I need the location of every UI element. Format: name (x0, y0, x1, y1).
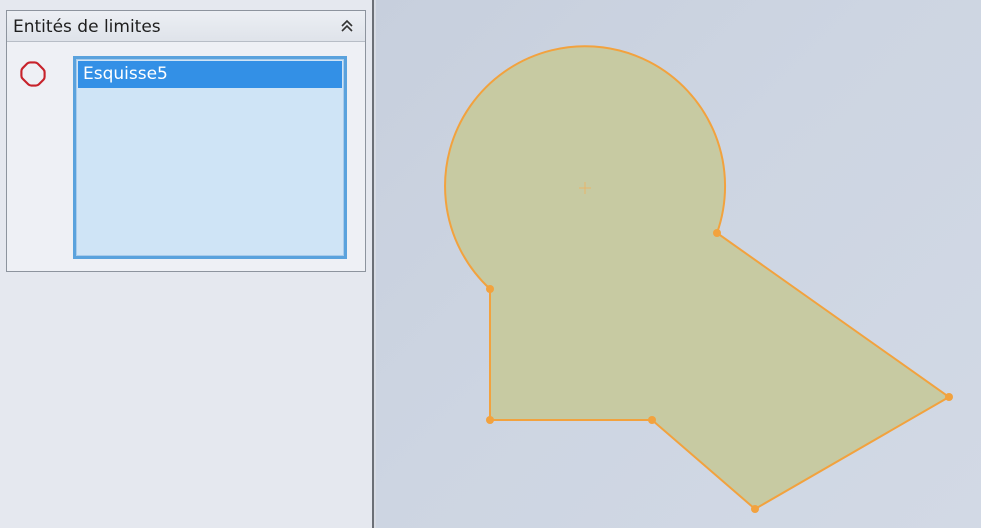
sketch-vertex[interactable] (751, 505, 759, 513)
boundary-entities-group: Entités de limites Esquisse5 (6, 10, 366, 272)
sketch-vertex[interactable] (486, 416, 494, 424)
sketch-vertex[interactable] (945, 393, 953, 401)
sketch-canvas (444, 45, 953, 513)
sketch-vertex[interactable] (486, 285, 494, 293)
boundary-entity-icon (20, 61, 46, 87)
property-manager-panel: Entités de limites Esquisse5 (0, 0, 372, 528)
group-title: Entités de limites (13, 17, 161, 37)
group-header[interactable]: Entités de limites (7, 11, 365, 42)
list-item[interactable]: Esquisse5 (78, 61, 342, 88)
sketch-vertex[interactable] (648, 416, 656, 424)
sketch-profile[interactable] (444, 45, 951, 511)
graphics-viewport[interactable] (376, 0, 981, 528)
boundary-entities-list[interactable]: Esquisse5 (73, 56, 347, 259)
sketch-vertex[interactable] (713, 229, 721, 237)
chevron-double-up-icon[interactable] (339, 18, 355, 34)
